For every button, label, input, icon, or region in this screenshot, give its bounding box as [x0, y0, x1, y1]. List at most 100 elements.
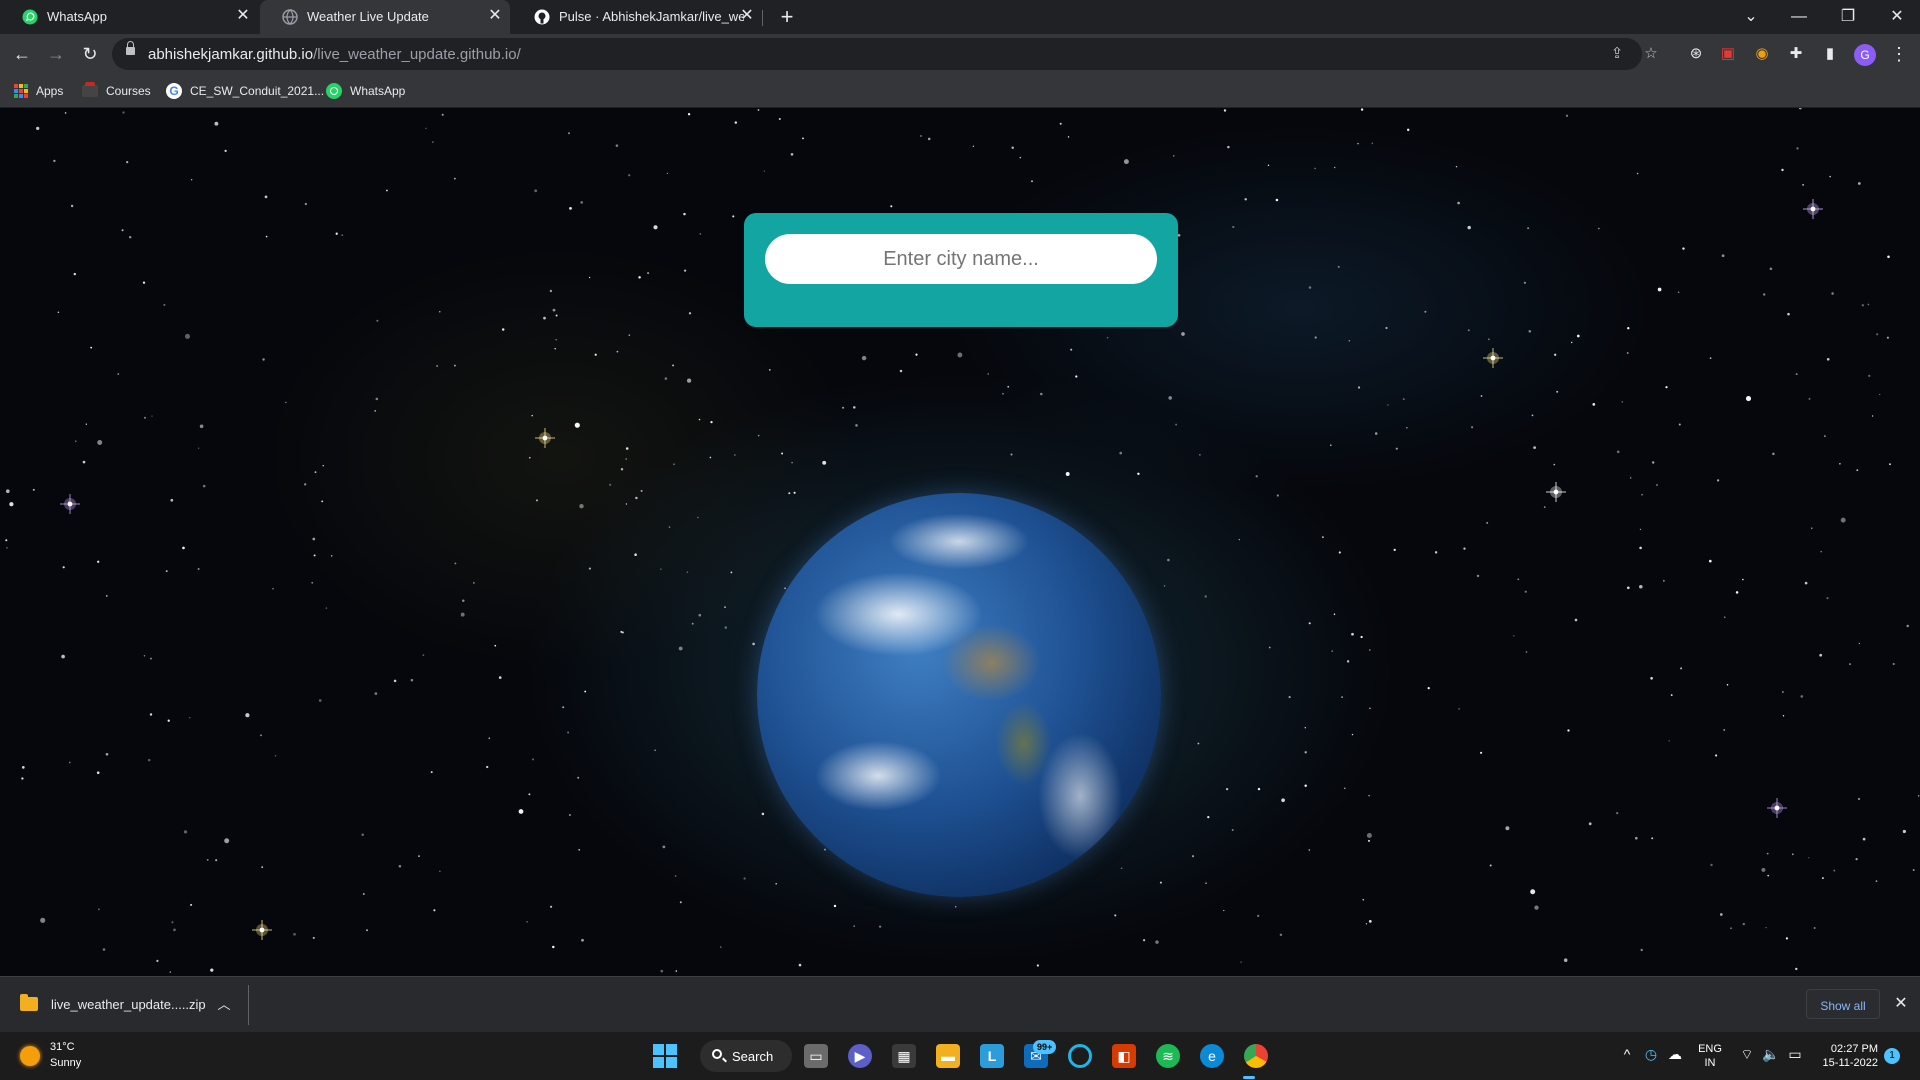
- star: [1626, 586, 1630, 590]
- close-shelf-icon[interactable]: ✕: [1892, 993, 1910, 1013]
- star: [1826, 357, 1830, 361]
- volume-mute-icon[interactable]: 🔈: [1762, 1046, 1780, 1063]
- star: [1197, 742, 1200, 745]
- star: [312, 537, 316, 541]
- edge-icon[interactable]: e: [1200, 1044, 1224, 1068]
- file-explorer-icon[interactable]: ▬: [936, 1044, 960, 1068]
- weather-sun-icon[interactable]: [20, 1046, 40, 1066]
- app-l-icon[interactable]: L: [980, 1044, 1004, 1068]
- star: [1175, 423, 1178, 426]
- teams-chat-icon[interactable]: ▶: [848, 1044, 872, 1068]
- star: [616, 350, 619, 353]
- star: [1207, 815, 1210, 819]
- weather-condition[interactable]: Sunny: [50, 1057, 81, 1069]
- weather-page: [0, 108, 1920, 976]
- new-tab-plus-icon[interactable]: +: [775, 5, 799, 29]
- bookmark-whatsapp[interactable]: WhatsApp: [326, 82, 405, 100]
- star: [441, 113, 444, 116]
- chevron-up-icon[interactable]: ︿: [216, 994, 232, 1013]
- url-text[interactable]: abhishekjamkar.github.io/live_weather_up…: [148, 46, 521, 63]
- windows-taskbar: 31°C Sunny Search ▭ ▶ ▦ ▬ L ✉ 99+ ◧ ≋ e …: [0, 1032, 1920, 1080]
- star: [1719, 913, 1723, 916]
- bookmark-courses[interactable]: Courses: [82, 82, 151, 100]
- microsoft-store-icon[interactable]: ▦: [892, 1044, 916, 1068]
- star: [1257, 914, 1260, 918]
- bookmark-ce-sw-conduit[interactable]: G CE_SW_Conduit_2021...: [166, 82, 324, 100]
- extension-pocket-icon[interactable]: ▣: [1718, 44, 1738, 64]
- chrome-icon[interactable]: [1244, 1044, 1268, 1068]
- star: [1678, 423, 1681, 426]
- system-clock[interactable]: 02:27 PM 15-11-2022: [1814, 1042, 1878, 1070]
- tab-github-pulse[interactable]: Pulse · AbhishekJamkar/live_weathe ✕: [512, 0, 762, 34]
- bright-star: [1483, 348, 1503, 368]
- clock-date: 15-11-2022: [1822, 1057, 1878, 1069]
- star: [1010, 453, 1013, 456]
- taskbar-search-button[interactable]: Search: [700, 1040, 792, 1072]
- star: [526, 921, 528, 923]
- star: [802, 137, 804, 140]
- extensions-puzzle-icon[interactable]: ✚: [1786, 44, 1806, 64]
- task-view-icon[interactable]: ▭: [804, 1044, 828, 1068]
- star: [6, 547, 8, 549]
- show-all-button[interactable]: Show all: [1806, 989, 1880, 1019]
- extension-brave-icon[interactable]: ◉: [1752, 44, 1772, 64]
- star: [1487, 338, 1490, 341]
- office-icon[interactable]: ◧: [1112, 1044, 1136, 1068]
- star: [1346, 660, 1350, 663]
- wifi-icon[interactable]: ⌔: [1738, 1046, 1756, 1064]
- star: [899, 369, 903, 373]
- clock-app-icon[interactable]: ◷: [1642, 1046, 1660, 1063]
- star: [1639, 585, 1643, 589]
- back-arrow-icon[interactable]: ←: [10, 42, 34, 66]
- extension-chatgpt-icon[interactable]: ⊛: [1686, 44, 1706, 64]
- battery-icon[interactable]: ▭: [1786, 1046, 1804, 1063]
- star: [1742, 922, 1745, 926]
- tab-whatsapp[interactable]: WhatsApp ✕: [0, 0, 258, 34]
- close-tab-icon[interactable]: ✕: [234, 7, 252, 25]
- bookmark-apps[interactable]: Apps: [14, 82, 63, 100]
- chevron-up-icon[interactable]: ^: [1618, 1046, 1636, 1062]
- star: [1813, 926, 1816, 930]
- star: [341, 234, 344, 236]
- star: [304, 202, 308, 206]
- star: [1802, 184, 1804, 186]
- cortana-icon[interactable]: [1068, 1044, 1092, 1068]
- tab-search-chevron-icon[interactable]: ⌄: [1736, 5, 1766, 29]
- star: [1279, 933, 1283, 937]
- address-bar[interactable]: abhishekjamkar.github.io/live_weather_up…: [112, 38, 1658, 70]
- minimize-icon[interactable]: —: [1784, 5, 1814, 29]
- city-search-input[interactable]: [765, 234, 1157, 284]
- menu-kebab-icon[interactable]: ⋮: [1890, 42, 1908, 66]
- profile-avatar[interactable]: G: [1854, 44, 1876, 66]
- star: [683, 212, 686, 216]
- close-window-icon[interactable]: ✕: [1882, 5, 1912, 29]
- star: [5, 489, 10, 494]
- star: [498, 676, 502, 679]
- star: [1820, 550, 1822, 553]
- star: [1059, 122, 1062, 125]
- onedrive-cloud-icon[interactable]: ☁: [1666, 1046, 1684, 1063]
- windows-start-icon[interactable]: [653, 1044, 677, 1068]
- lock-icon[interactable]: [126, 41, 135, 55]
- download-filename[interactable]: live_weather_update.....zip: [51, 997, 206, 1012]
- restore-icon[interactable]: ❐: [1833, 5, 1863, 29]
- weather-temp[interactable]: 31°C: [50, 1041, 75, 1053]
- star: [574, 422, 580, 428]
- star: [635, 496, 638, 500]
- star: [374, 410, 377, 412]
- close-tab-icon[interactable]: ✕: [738, 7, 756, 25]
- star: [1369, 649, 1371, 651]
- share-icon[interactable]: ⇪: [1608, 45, 1626, 63]
- reload-icon[interactable]: ↻: [78, 42, 102, 66]
- spotify-icon[interactable]: ≋: [1156, 1044, 1180, 1068]
- star: [361, 833, 364, 837]
- bookmark-star-icon[interactable]: ☆: [1642, 45, 1660, 63]
- star: [1782, 691, 1784, 693]
- close-tab-icon[interactable]: ✕: [486, 7, 504, 25]
- tab-weather-live-update[interactable]: Weather Live Update ✕: [260, 0, 510, 34]
- star: [1137, 472, 1140, 475]
- notification-badge[interactable]: 1: [1884, 1048, 1900, 1064]
- language-indicator[interactable]: ENG IN: [1697, 1042, 1723, 1070]
- side-panel-icon[interactable]: ▮: [1820, 44, 1840, 64]
- forward-arrow-icon[interactable]: →: [44, 42, 68, 66]
